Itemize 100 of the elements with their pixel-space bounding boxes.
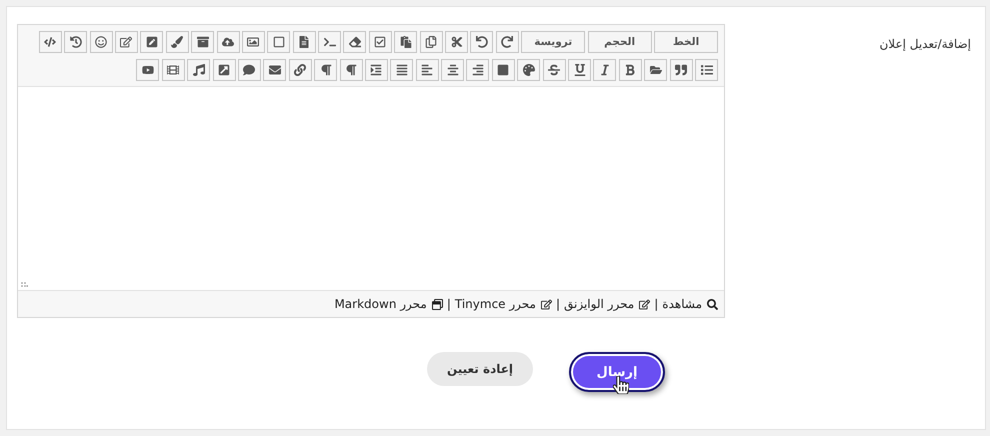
brush-button[interactable] (166, 31, 189, 53)
smile-button[interactable] (90, 31, 113, 53)
history-button[interactable] (64, 31, 88, 53)
square-icon (497, 64, 510, 76)
editor-mode-link[interactable]: محرر Tinymce (454, 297, 552, 311)
separator: | (446, 297, 451, 311)
indent-button[interactable] (364, 59, 388, 81)
edit-button[interactable] (114, 31, 138, 53)
align-left-button[interactable] (416, 59, 439, 81)
toolbar-menu[interactable]: ترويسة (521, 31, 586, 53)
align-justify-icon (396, 64, 408, 76)
paste-icon (400, 36, 412, 48)
eraser-icon (348, 36, 361, 48)
windows-icon (432, 298, 443, 310)
quote-button[interactable] (670, 59, 693, 81)
palette-button[interactable] (517, 59, 540, 81)
italic-icon (598, 64, 611, 76)
archive-button[interactable] (191, 31, 214, 53)
code-button[interactable] (38, 31, 62, 53)
paste-button[interactable] (394, 31, 418, 53)
link-button[interactable] (288, 59, 312, 81)
cloud-upload-button[interactable] (216, 31, 240, 53)
square-button[interactable] (492, 59, 515, 81)
video-icon (142, 64, 154, 76)
cloud-upload-icon (222, 36, 234, 48)
align-left-icon (421, 64, 434, 76)
field-label: إضافة/تعديل إعلان (878, 36, 972, 53)
align-right-icon (472, 64, 484, 76)
strikethrough-button[interactable] (542, 59, 566, 81)
list-icon (700, 64, 712, 76)
redo-button[interactable] (496, 31, 519, 53)
editor-mode-link[interactable]: مشاهدة (662, 297, 718, 311)
history-icon (70, 36, 82, 48)
file-icon (298, 36, 310, 48)
archive-icon (196, 36, 209, 48)
reset-button[interactable]: إعادة تعيين (427, 352, 533, 386)
undo-icon (476, 36, 488, 48)
cut-button[interactable] (445, 31, 468, 53)
redo-icon (501, 36, 514, 48)
music-button[interactable] (187, 59, 210, 81)
align-center-button[interactable] (441, 59, 464, 81)
bold-icon (624, 64, 636, 76)
edit-icon (540, 298, 552, 310)
folder-button[interactable] (644, 59, 668, 81)
paragraph-icon (345, 64, 358, 76)
edit-icon (120, 36, 132, 48)
undo-button[interactable] (470, 31, 494, 53)
paragraph-button[interactable] (340, 59, 363, 81)
music-icon (192, 64, 205, 76)
separator: | (556, 297, 560, 311)
palette-icon (522, 64, 535, 76)
folder-icon (650, 64, 662, 76)
indent-icon (370, 64, 382, 76)
strikethrough-icon (548, 64, 560, 76)
paragraph-ltr-icon (320, 64, 332, 76)
align-right-button[interactable] (466, 59, 490, 81)
file-button[interactable] (292, 31, 316, 53)
comment-icon (243, 64, 256, 76)
film-icon (167, 64, 180, 76)
image-button[interactable] (242, 31, 265, 53)
editor-mode-link[interactable]: محرر الوايزنق (564, 297, 650, 311)
paragraph-ltr-button[interactable] (314, 59, 338, 81)
separator: | (654, 297, 658, 311)
image-icon (247, 36, 260, 48)
envelope-icon (268, 64, 281, 76)
eraser-button[interactable] (343, 31, 366, 53)
link-icon (294, 64, 306, 76)
toolbar-menu[interactable]: الخط (654, 31, 718, 53)
external-link-button[interactable] (212, 59, 236, 81)
terminal-icon (324, 36, 336, 48)
film-button[interactable] (162, 59, 185, 81)
comment-button[interactable] (238, 59, 261, 81)
edit-icon (639, 298, 650, 310)
quote-icon (675, 64, 688, 76)
code-icon (44, 36, 56, 48)
terminal-button[interactable] (318, 31, 342, 53)
search-icon (707, 298, 718, 310)
video-button[interactable] (136, 59, 160, 81)
submit-button[interactable]: إرسال (569, 352, 665, 392)
brush-icon (171, 36, 184, 48)
pencil-square-button[interactable] (140, 31, 164, 53)
toolbar-menu[interactable]: الحجم (588, 31, 652, 53)
checkbox-button[interactable] (368, 31, 392, 53)
copy-button[interactable] (420, 31, 443, 53)
italic-button[interactable] (593, 59, 616, 81)
align-center-icon (446, 64, 459, 76)
envelope-button[interactable] (263, 59, 286, 81)
list-button[interactable] (695, 59, 718, 81)
resize-grip-icon[interactable] (21, 280, 28, 287)
align-justify-button[interactable] (390, 59, 414, 81)
bold-button[interactable] (618, 59, 642, 81)
underline-button[interactable] (568, 59, 592, 81)
editor-mode-link[interactable]: محرر Markdown (334, 297, 443, 311)
rectangle-button[interactable] (267, 31, 290, 53)
external-link-icon (218, 64, 230, 76)
smile-icon (95, 36, 108, 48)
cut-icon (450, 36, 463, 48)
checkbox-icon (374, 36, 386, 48)
underline-icon (574, 64, 586, 76)
copy-icon (425, 36, 438, 48)
